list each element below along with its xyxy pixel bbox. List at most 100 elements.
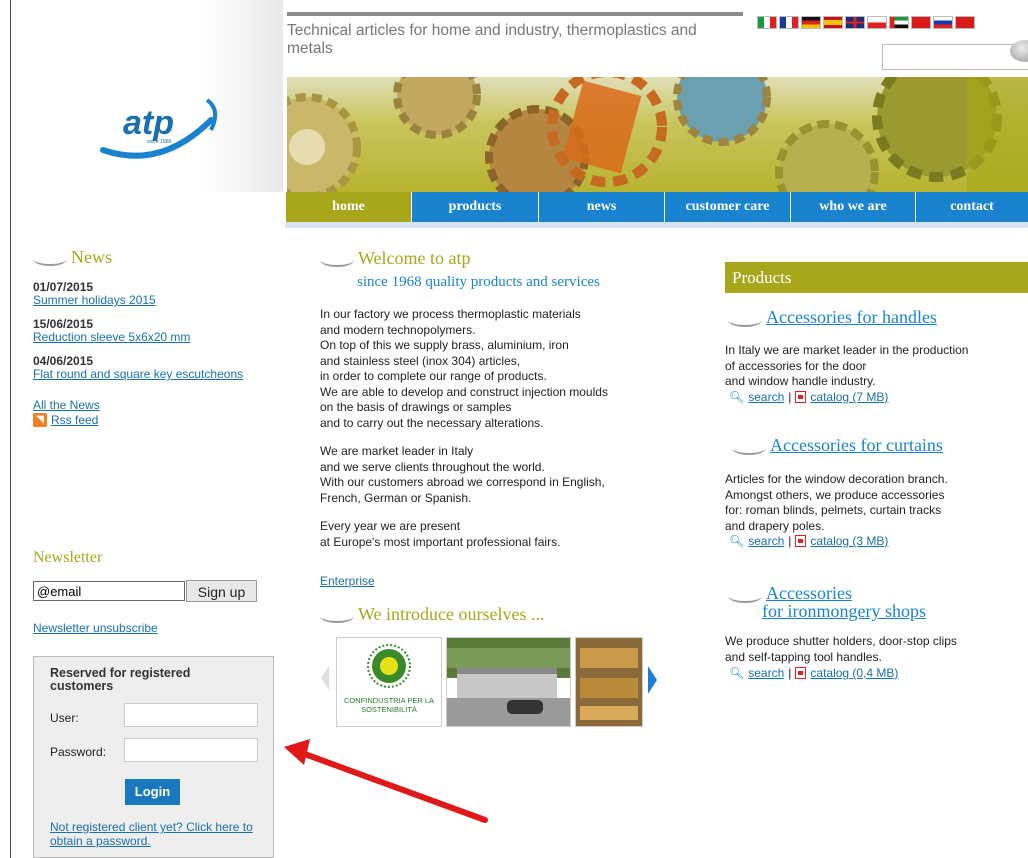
password-field[interactable] bbox=[124, 738, 258, 762]
enterprise-link[interactable]: Enterprise bbox=[320, 574, 375, 588]
catalog-link[interactable]: catalog (7 MB) bbox=[810, 390, 888, 404]
search-link[interactable]: search bbox=[748, 534, 784, 548]
nav-products[interactable]: products bbox=[411, 192, 538, 222]
search-link[interactable]: search bbox=[748, 390, 784, 404]
rss-feed[interactable]: ◥ Rss feed bbox=[33, 413, 98, 427]
main-nav: home products news customer care who we … bbox=[285, 192, 1028, 228]
uk-flag-icon[interactable] bbox=[845, 16, 865, 29]
welcome-text: In our factory we process thermoplastic … bbox=[320, 307, 700, 563]
welcome-heading: Welcome to atp bbox=[320, 248, 471, 269]
swoosh-icon bbox=[320, 253, 354, 267]
uae-flag-icon[interactable] bbox=[889, 16, 909, 29]
russian-flag-icon[interactable] bbox=[933, 16, 953, 29]
italian-flag-icon[interactable] bbox=[757, 16, 777, 29]
confindustria-text: CONFINDUSTRIA PER LA SOSTENIBILITÀ bbox=[343, 696, 434, 714]
signup-button[interactable]: Sign up bbox=[186, 580, 257, 602]
magnifier-icon: 🔍︎ bbox=[729, 666, 745, 680]
french-flag-icon[interactable] bbox=[779, 16, 799, 29]
password-label: Password: bbox=[50, 745, 107, 759]
product-link-handles[interactable]: Accessories for handles bbox=[766, 307, 937, 327]
product-description: In Italy we are market leader in the pro… bbox=[725, 343, 969, 388]
carousel-thumb-factory[interactable] bbox=[446, 637, 571, 727]
product-description: We produce shutter holders, door-stop cl… bbox=[725, 634, 957, 664]
magnifier-icon: 🔍︎ bbox=[729, 534, 745, 548]
swoosh-icon bbox=[728, 313, 762, 327]
login-heading: Reserved for registered customers bbox=[50, 666, 191, 693]
username-field[interactable] bbox=[124, 703, 258, 727]
news-link[interactable]: Summer holidays 2015 bbox=[33, 293, 156, 307]
magnifier-icon: 🔍︎ bbox=[729, 390, 745, 404]
rss-link[interactable]: Rss feed bbox=[51, 413, 98, 427]
chinese-flag-icon[interactable] bbox=[911, 16, 931, 29]
product-links: 🔍︎ search | catalog (3 MB) bbox=[729, 534, 888, 548]
welcome-subtitle: since 1968 quality products and services bbox=[357, 274, 600, 290]
language-flags bbox=[757, 16, 975, 29]
header-strip bbox=[287, 12, 743, 16]
carousel-prev-arrow-icon[interactable] bbox=[321, 666, 329, 690]
nav-who-we-are[interactable]: who we are bbox=[790, 192, 915, 222]
news-item: 15/06/2015 Reduction sleeve 5x6x20 mm bbox=[33, 318, 190, 344]
welcome-heading-text: Welcome to atp bbox=[358, 248, 471, 268]
site-tagline: Technical articles for home and industry… bbox=[287, 22, 697, 57]
all-news-link[interactable]: All the News bbox=[33, 398, 100, 412]
welcome-paragraph: Every year we are present at Europe's mos… bbox=[320, 519, 561, 549]
product-link-ironmongery-line1[interactable]: Accessories bbox=[766, 583, 852, 603]
nav-home[interactable]: home bbox=[285, 192, 411, 222]
carousel-thumb-products[interactable] bbox=[575, 637, 643, 727]
search-link[interactable]: search bbox=[748, 666, 784, 680]
news-link[interactable]: Flat round and square key escutcheons bbox=[33, 367, 243, 381]
welcome-paragraph: We are market leader in Italy and we serv… bbox=[320, 444, 605, 505]
turkish-flag-icon[interactable] bbox=[955, 16, 975, 29]
logo-since-text: since 1968 bbox=[147, 139, 171, 145]
carousel-next-arrow-icon[interactable] bbox=[648, 666, 657, 694]
german-flag-icon[interactable] bbox=[801, 16, 821, 29]
login-button[interactable]: Login bbox=[125, 779, 180, 805]
pdf-icon bbox=[795, 667, 807, 679]
catalog-link[interactable]: catalog (3 MB) bbox=[810, 534, 888, 548]
rss-icon: ◥ bbox=[33, 413, 47, 427]
nav-customer-care[interactable]: customer care bbox=[664, 192, 790, 222]
user-label: User: bbox=[50, 711, 79, 725]
news-item: 01/07/2015 Summer holidays 2015 bbox=[33, 281, 156, 307]
nav-contact[interactable]: contact bbox=[915, 192, 1028, 222]
product-description: Articles for the window decoration branc… bbox=[725, 472, 948, 533]
product-links: 🔍︎ search | catalog (7 MB) bbox=[729, 390, 888, 404]
swoosh-icon bbox=[728, 589, 762, 603]
news-heading: News bbox=[33, 247, 112, 268]
red-arrow-annotation bbox=[284, 739, 488, 823]
atp-logo: atp since 1968 bbox=[100, 98, 218, 159]
product-title-curtains: Accessories for curtains bbox=[732, 435, 943, 456]
swoosh-icon bbox=[320, 609, 354, 623]
product-title-handles: Accessories for handles bbox=[728, 307, 937, 328]
register-link[interactable]: Not registered client yet? Click here to… bbox=[50, 820, 260, 848]
header-banner bbox=[287, 77, 1028, 192]
separator: | bbox=[788, 390, 792, 404]
nav-news[interactable]: news bbox=[538, 192, 664, 222]
products-photo bbox=[576, 638, 642, 726]
welcome-paragraph: In our factory we process thermoplastic … bbox=[320, 307, 608, 430]
logo-area[interactable]: atp since 1968 bbox=[11, 0, 283, 192]
spanish-flag-icon[interactable] bbox=[823, 16, 843, 29]
newsletter-email-input[interactable] bbox=[33, 581, 185, 601]
pdf-icon bbox=[795, 535, 807, 547]
products-heading: Products bbox=[725, 262, 1028, 293]
separator: | bbox=[788, 666, 792, 680]
introduce-heading: We introduce ourselves ... bbox=[320, 604, 545, 625]
product-links: 🔍︎ search | catalog (0,4 MB) bbox=[729, 666, 898, 680]
product-link-curtains[interactable]: Accessories for curtains bbox=[770, 435, 943, 455]
factory-photo bbox=[447, 638, 570, 726]
newsletter-heading: Newsletter bbox=[33, 549, 103, 566]
pdf-icon bbox=[795, 391, 807, 403]
swoosh-icon bbox=[732, 441, 766, 455]
carousel-thumb-confindustria[interactable]: CONFINDUSTRIA PER LA SOSTENIBILITÀ bbox=[336, 637, 442, 727]
polish-flag-icon[interactable] bbox=[867, 16, 887, 29]
news-item: 04/06/2015 Flat round and square key esc… bbox=[33, 355, 243, 381]
product-link-ironmongery-line2[interactable]: for ironmongery shops bbox=[762, 601, 926, 622]
separator: | bbox=[788, 534, 792, 548]
catalog-link[interactable]: catalog (0,4 MB) bbox=[810, 666, 898, 680]
search-input[interactable] bbox=[882, 44, 1028, 70]
news-link[interactable]: Reduction sleeve 5x6x20 mm bbox=[33, 330, 190, 344]
news-heading-text: News bbox=[71, 247, 112, 267]
newsletter-unsubscribe-link[interactable]: Newsletter unsubscribe bbox=[33, 621, 158, 635]
introduce-heading-text: We introduce ourselves ... bbox=[358, 604, 545, 624]
